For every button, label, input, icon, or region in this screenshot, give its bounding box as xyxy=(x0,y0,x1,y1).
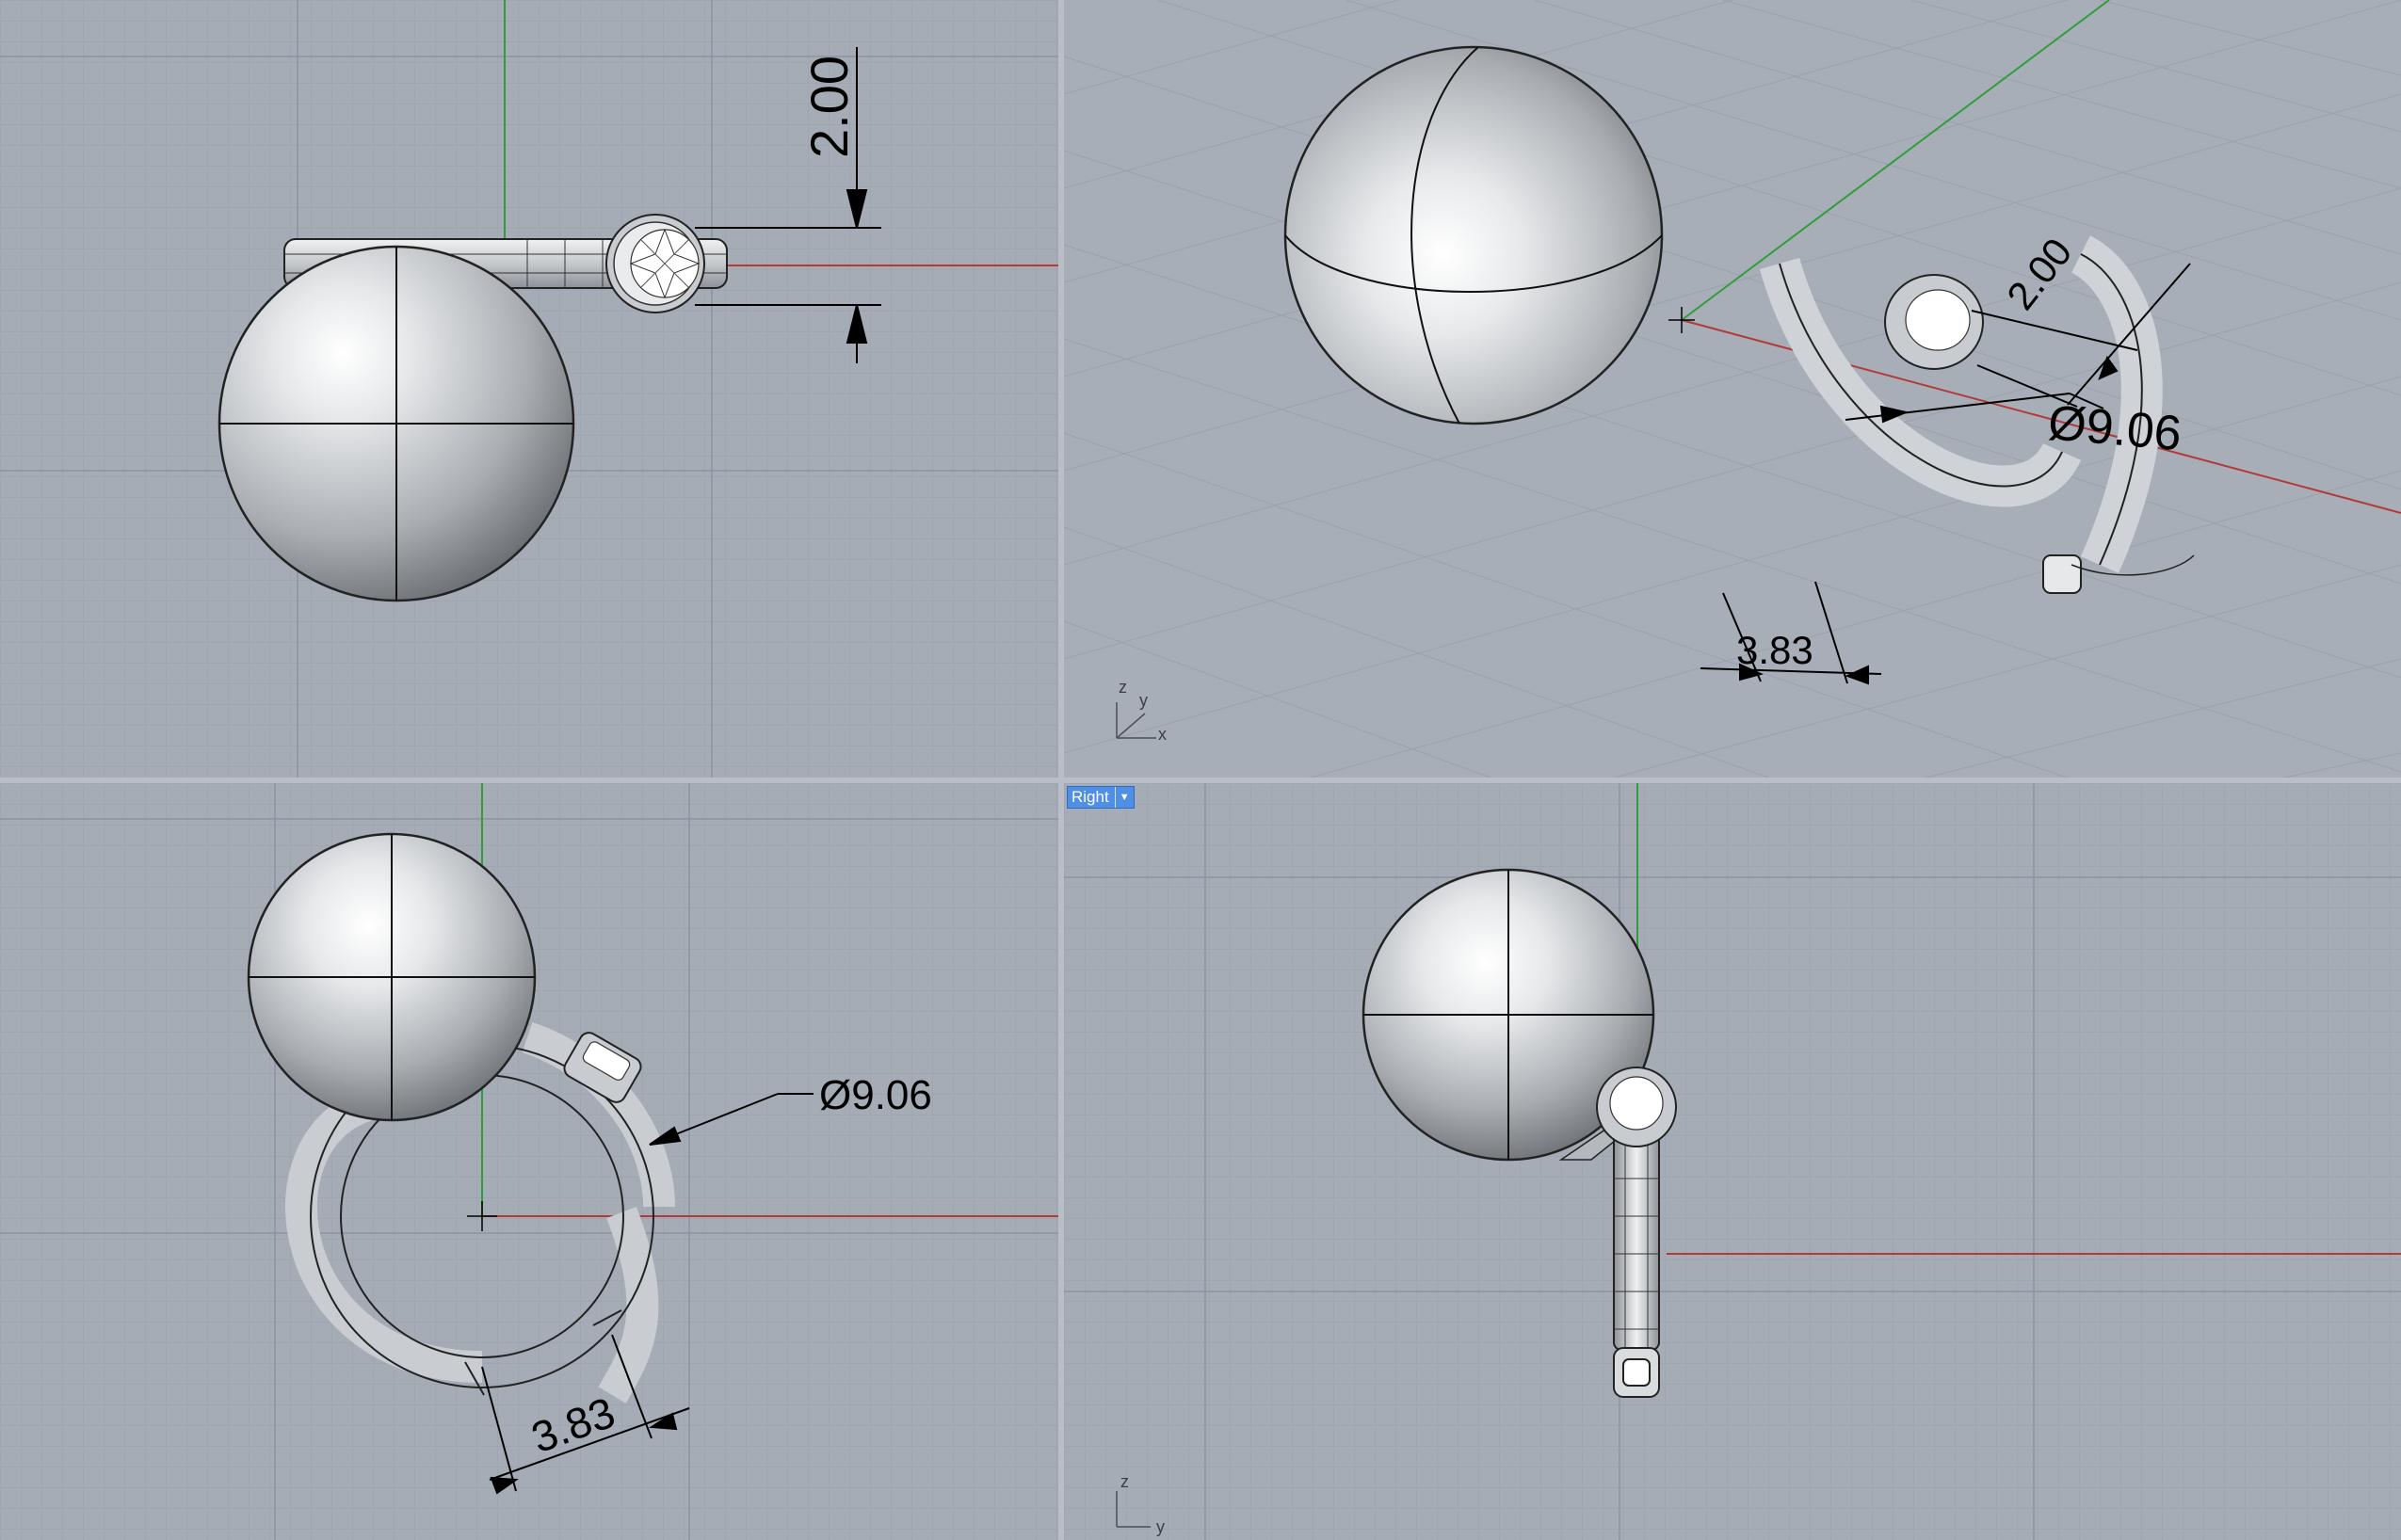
dimension-diameter-label: Ø9.06 xyxy=(819,1072,932,1118)
pearl-sphere xyxy=(247,832,537,1122)
rhino-workspace: 2.00 2.00 Ø9.06 3.83 z y x Ø9.06 3.83 z … xyxy=(0,0,2401,1540)
dimension-gap-label: 3.83 xyxy=(1736,628,1813,672)
viewport-right[interactable]: z y Right ▼ xyxy=(1064,783,2401,1540)
stone-setting xyxy=(605,214,705,313)
viewport-scene: z y xyxy=(1064,783,2401,1540)
viewport-scene: 2.00 xyxy=(0,0,1058,778)
chevron-down-icon[interactable]: ▼ xyxy=(1114,787,1130,808)
ring-band xyxy=(1613,1112,1660,1398)
viewport-title-text: Right xyxy=(1072,788,1109,806)
axis-label-z: z xyxy=(1120,1472,1129,1491)
pearl-sphere xyxy=(1283,45,1664,425)
dimension-height-label: 2.00 xyxy=(799,56,859,158)
stone-setting xyxy=(1884,274,1984,370)
axis-label-y: y xyxy=(1139,691,1148,710)
axis-label-y: y xyxy=(1156,1517,1165,1536)
dimension-diameter-label: Ø9.06 xyxy=(2046,395,2183,461)
viewport-scene: Ø9.06 3.83 xyxy=(0,783,1058,1540)
viewport-perspective[interactable]: 2.00 Ø9.06 3.83 z y x xyxy=(1064,0,2401,778)
viewport-front[interactable]: Ø9.06 3.83 xyxy=(0,783,1058,1540)
stone-setting xyxy=(1596,1067,1677,1147)
axis-label-z: z xyxy=(1119,678,1127,697)
axis-label-x: x xyxy=(1158,725,1167,744)
viewport-title-right[interactable]: Right ▼ xyxy=(1067,786,1135,809)
viewport-top-left[interactable]: 2.00 xyxy=(0,0,1058,778)
viewport-scene: 2.00 Ø9.06 3.83 z y x xyxy=(1064,0,2401,778)
pearl-sphere xyxy=(218,245,575,602)
